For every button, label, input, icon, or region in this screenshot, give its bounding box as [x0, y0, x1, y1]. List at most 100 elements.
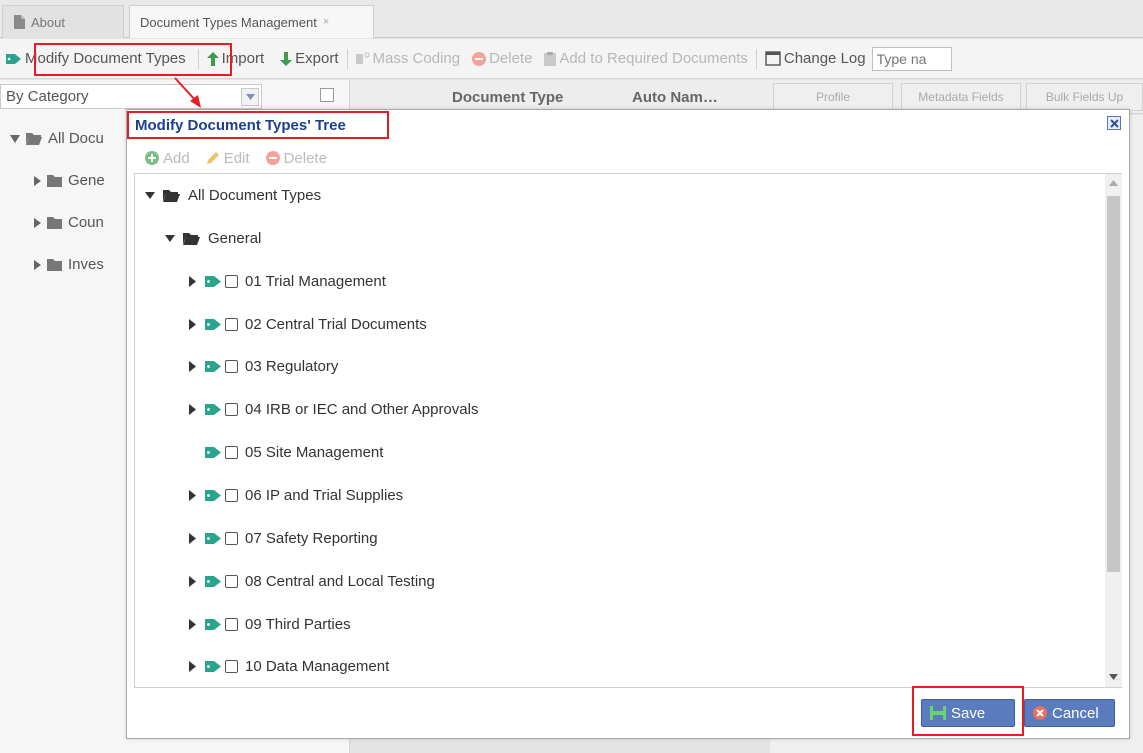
tree-node-label: 08 Central and Local Testing [245, 573, 435, 590]
caret-right-icon[interactable] [185, 661, 199, 672]
add-button[interactable]: Add [145, 150, 190, 167]
toolbar-divider [197, 48, 199, 69]
tree-node-item[interactable]: 03 Regulatory [185, 358, 338, 375]
checkbox[interactable] [225, 618, 238, 631]
bulk-fields-update-button[interactable]: Bulk Fields Up [1026, 83, 1143, 111]
change-log-button[interactable]: Change Log [765, 39, 866, 78]
add-to-required-label: Add to Required Documents [559, 50, 748, 67]
checkbox[interactable] [225, 275, 238, 288]
delete-button[interactable]: Delete [472, 39, 533, 78]
tab-document-types-management[interactable]: Document Types Management × [129, 5, 374, 38]
delete-label: Delete [489, 50, 533, 67]
tab-document-types-label: Document Types Management [140, 14, 317, 30]
column-auto-name[interactable]: Auto Nam… [632, 89, 718, 106]
tab-about-label: About [31, 14, 65, 30]
close-icon[interactable]: × [323, 16, 329, 28]
tree-node-item[interactable]: 08 Central and Local Testing [185, 573, 435, 590]
tree-node-general[interactable]: General [163, 230, 261, 247]
caret-down-icon[interactable] [163, 235, 177, 242]
add-to-required-documents-button[interactable]: Add to Required Documents [544, 39, 748, 78]
dialog-toolbar: Add Edit Delete [145, 146, 327, 170]
type-name-input[interactable] [871, 46, 952, 71]
minus-circle-icon [265, 151, 280, 165]
tab-about[interactable]: About [2, 5, 124, 38]
caret-right-icon[interactable] [185, 533, 199, 544]
import-button[interactable]: Import [206, 39, 264, 78]
caret-right-icon[interactable] [185, 619, 199, 630]
checkbox[interactable] [225, 532, 238, 545]
column-document-type[interactable]: Document Type [452, 89, 563, 106]
caret-right-icon[interactable] [185, 361, 199, 372]
cancel-label: Cancel [1052, 704, 1099, 722]
tag-icon [205, 446, 221, 459]
bg-tree-item[interactable]: Inves [34, 256, 104, 273]
bg-tree-item[interactable]: Gene [34, 172, 105, 189]
save-button[interactable]: Save [921, 699, 1015, 727]
folder-icon [47, 216, 62, 229]
tree-node-item[interactable]: 05 Site Management [185, 444, 383, 461]
folder-icon [47, 174, 62, 187]
caret-right-icon [34, 175, 41, 186]
cancel-icon [1033, 706, 1047, 720]
modify-document-types-button[interactable]: Modify Document Types [6, 39, 186, 78]
dialog-delete-button[interactable]: Delete [265, 150, 327, 167]
export-label: Export [295, 50, 339, 67]
bg-tree-root[interactable]: All Docu [10, 130, 104, 147]
save-label: Save [951, 704, 986, 722]
arrow-up-icon [206, 51, 219, 66]
tab-bar: About Document Types Management × [0, 0, 1143, 38]
tree-node-label: 05 Site Management [245, 444, 384, 461]
minus-circle-icon [472, 51, 487, 66]
tag-icon [205, 618, 221, 631]
tag-icon [6, 53, 22, 65]
tree-node-root[interactable]: All Document Types [143, 187, 321, 204]
tree-node-label: 01 Trial Management [245, 273, 386, 290]
caret-right-icon[interactable] [185, 576, 199, 587]
checkbox[interactable] [225, 575, 238, 588]
profile-button[interactable]: Profile [773, 83, 893, 111]
tree-node-item[interactable]: 02 Central Trial Documents [185, 316, 427, 333]
tree-node-label: 09 Third Parties [245, 616, 351, 633]
add-label: Add [163, 149, 190, 167]
tree-scrollbar-thumb[interactable] [1107, 196, 1120, 572]
tag-icon [205, 532, 221, 545]
tree-node-label: 02 Central Trial Documents [245, 316, 427, 333]
tag-icon [205, 575, 221, 588]
dialog-title: Modify Document Types' Tree [135, 116, 346, 134]
checkbox[interactable] [225, 489, 238, 502]
caret-right-icon[interactable] [185, 276, 199, 287]
caret-right-icon [34, 217, 41, 228]
cancel-button[interactable]: Cancel [1024, 699, 1115, 727]
tree-node-item[interactable]: 06 IP and Trial Supplies [185, 487, 403, 504]
tree-node-item[interactable]: 09 Third Parties [185, 616, 351, 633]
bg-tree-item[interactable]: Coun [34, 214, 104, 231]
tag-icon [205, 318, 221, 331]
export-button[interactable]: Export [280, 39, 339, 78]
mass-coding-button[interactable]: Mass Coding [355, 39, 460, 78]
tree-node-item[interactable]: 04 IRB or IEC and Other Approvals [185, 401, 478, 418]
document-types-tree [134, 173, 1122, 688]
tag-icon [205, 275, 221, 288]
checkbox[interactable] [225, 660, 238, 673]
checkbox[interactable] [225, 446, 238, 459]
refresh-icon[interactable] [320, 88, 334, 102]
edit-button[interactable]: Edit [206, 150, 250, 167]
tag-icon [205, 660, 221, 673]
caret-down-icon[interactable] [143, 192, 157, 199]
metadata-fields-button[interactable]: Metadata Fields [901, 83, 1021, 111]
tree-node-item[interactable]: 07 Safety Reporting [185, 530, 378, 547]
tree-node-item[interactable]: 10 Data Management [185, 658, 389, 675]
category-select[interactable]: By Category [0, 84, 262, 109]
checkbox[interactable] [225, 318, 238, 331]
caret-right-icon[interactable] [185, 490, 199, 501]
change-log-label: Change Log [783, 50, 866, 67]
checkbox[interactable] [225, 403, 238, 416]
checkbox[interactable] [225, 360, 238, 373]
tree-node-item[interactable]: 01 Trial Management [185, 273, 386, 290]
tree-node-label: 06 IP and Trial Supplies [245, 487, 404, 504]
caret-right-icon[interactable] [185, 319, 199, 330]
caret-right-icon [34, 259, 41, 270]
chevron-down-icon[interactable] [241, 88, 259, 106]
close-icon[interactable] [1107, 116, 1121, 130]
caret-right-icon[interactable] [185, 404, 199, 415]
